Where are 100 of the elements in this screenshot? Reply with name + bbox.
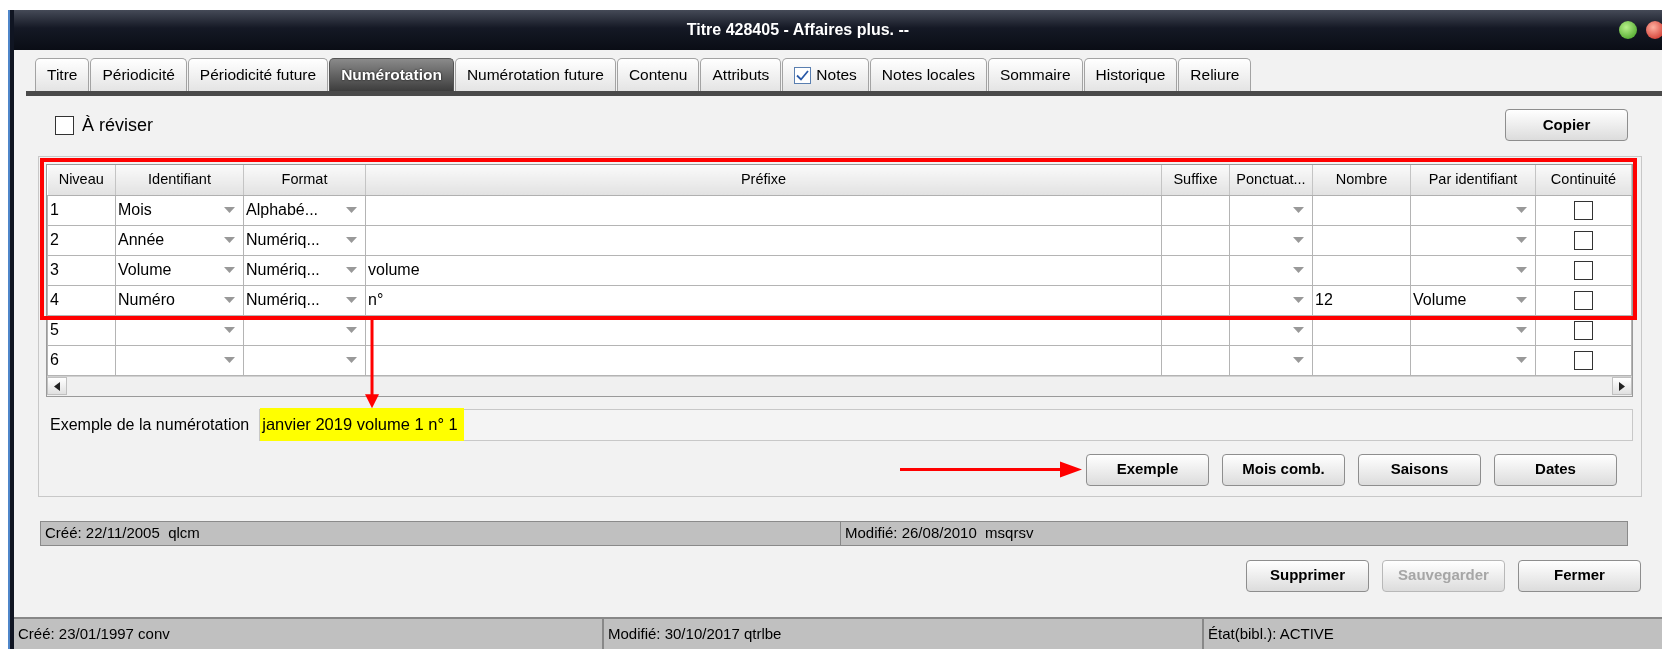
table-cell: 6 (47, 345, 116, 375)
button[interactable]: Mois comb. (1222, 453, 1345, 486)
combo-box[interactable]: Alphabé... (243, 195, 366, 225)
combo-box[interactable]: Volume (115, 255, 244, 285)
tab[interactable]: Sommaire (987, 58, 1083, 91)
status-text: État(bibl.): ACTIVE (1207, 623, 1335, 644)
combo-box[interactable] (1410, 225, 1536, 255)
dropdown-icon (1516, 327, 1527, 333)
status-text: Modifié: 30/10/2017 qtrlbe (604, 619, 1204, 649)
dropdown-icon (224, 267, 235, 273)
dropdown-icon (1293, 357, 1304, 363)
checkbox[interactable] (55, 115, 74, 135)
dropdown-icon (224, 357, 235, 363)
dropdown-icon (346, 207, 357, 213)
dropdown-icon (1293, 327, 1304, 333)
combo-box[interactable]: Numériq... (243, 225, 366, 255)
combo-box[interactable] (1410, 195, 1536, 225)
tab[interactable]: Contenu (616, 58, 700, 91)
dropdown-icon (346, 267, 357, 273)
dropdown-icon (1516, 207, 1527, 213)
field-label: Exemple de la numérotation (50, 414, 250, 435)
dropdown-icon (346, 297, 357, 303)
dropdown-icon (346, 237, 357, 243)
button[interactable]: Supprimer (1246, 559, 1369, 592)
dropdown-icon (1516, 267, 1527, 273)
table-cell: 1 (47, 195, 116, 225)
button[interactable]: Dates (1494, 453, 1617, 486)
dropdown-icon (1516, 297, 1527, 303)
table-cell: volume (365, 255, 1162, 285)
column-header: Par identifiant (1410, 165, 1536, 195)
dropdown-icon (224, 237, 235, 243)
checkbox[interactable] (1574, 231, 1593, 251)
tab[interactable]: Notes locales (869, 58, 987, 91)
checkbox-label: À réviser (82, 113, 153, 137)
status-text: Créé: 22/11/2005 qlcm (41, 521, 841, 545)
left-arrow-icon (54, 381, 60, 391)
checkbox[interactable] (794, 66, 812, 84)
scroll-left-button[interactable] (47, 377, 67, 395)
status-text: Créé: 23/01/1997 conv (14, 619, 604, 649)
column-header: Ponctuat... (1229, 165, 1313, 195)
dropdown-icon (224, 207, 235, 213)
tab-label: Notes (816, 65, 857, 86)
button[interactable]: Exemple (1086, 453, 1209, 486)
table-cell: 12 (1312, 285, 1411, 315)
combo-box[interactable]: Numéro (115, 285, 244, 315)
table-cell: 4 (47, 285, 116, 315)
tab[interactable]: Périodicité future (187, 58, 329, 91)
copy-button[interactable]: Copier (1505, 109, 1628, 141)
scrollbar[interactable] (47, 375, 1632, 396)
column-header: Suffixe (1161, 165, 1230, 195)
combo-box[interactable] (1229, 285, 1313, 315)
checkbox[interactable] (1574, 351, 1593, 371)
dropdown-icon (1516, 237, 1527, 243)
combo-box[interactable] (1229, 225, 1313, 255)
checkbox[interactable] (1574, 321, 1593, 341)
column-header: Identifiant (115, 165, 244, 195)
button[interactable]: Saisons (1358, 453, 1481, 486)
column-header: Format (243, 165, 366, 195)
column-header: Niveau (47, 165, 116, 195)
checkbox[interactable] (1574, 291, 1593, 311)
tab[interactable]: Notes (782, 58, 869, 91)
tab[interactable]: Numérotation (329, 58, 454, 91)
combo-box[interactable]: Mois (115, 195, 244, 225)
button[interactable]: Fermer (1518, 559, 1641, 592)
scroll-right-button[interactable] (1612, 377, 1632, 395)
dropdown-icon (224, 297, 235, 303)
combo-box[interactable] (1229, 195, 1313, 225)
combo-box[interactable] (243, 345, 366, 375)
tab[interactable]: Historique (1083, 58, 1178, 91)
combo-box[interactable]: Volume (1410, 285, 1536, 315)
checkbox[interactable] (1574, 201, 1593, 221)
tab[interactable]: Reliure (1178, 58, 1252, 91)
dropdown-icon (1293, 297, 1304, 303)
table-cell: 2 (47, 225, 116, 255)
example-field[interactable]: janvier 2019 volume 1 n° 1 (259, 408, 1633, 441)
dropdown-icon (346, 357, 357, 363)
tab[interactable]: Numérotation future (454, 58, 616, 91)
close-button[interactable] (1646, 21, 1662, 39)
table-cell: n° (365, 285, 1162, 315)
maximize-button[interactable] (1619, 21, 1637, 39)
dropdown-icon (1293, 207, 1304, 213)
column-header: Préfixe (365, 165, 1162, 195)
window-title: Titre 428405 - Affaires plus. -- (686, 20, 910, 40)
status-text: Modifié: 26/08/2010 msqrsv (844, 522, 1035, 543)
dropdown-icon (224, 327, 235, 333)
combo-box[interactable] (1410, 255, 1536, 285)
tab[interactable]: Titre (35, 58, 90, 91)
column-header: Nombre (1312, 165, 1411, 195)
combo-box[interactable]: Numériq... (243, 285, 366, 315)
combo-box[interactable]: Numériq... (243, 255, 366, 285)
tab[interactable]: Attributs (700, 58, 782, 91)
dropdown-icon (1516, 357, 1527, 363)
combo-box[interactable] (115, 345, 244, 375)
tab[interactable]: Périodicité (90, 58, 187, 91)
combo-box[interactable]: Année (115, 225, 244, 255)
combo-box[interactable] (1410, 345, 1536, 375)
dropdown-icon (1293, 237, 1304, 243)
checkbox[interactable] (1574, 261, 1593, 281)
combo-box[interactable] (1229, 255, 1313, 285)
combo-box[interactable] (1229, 345, 1313, 375)
